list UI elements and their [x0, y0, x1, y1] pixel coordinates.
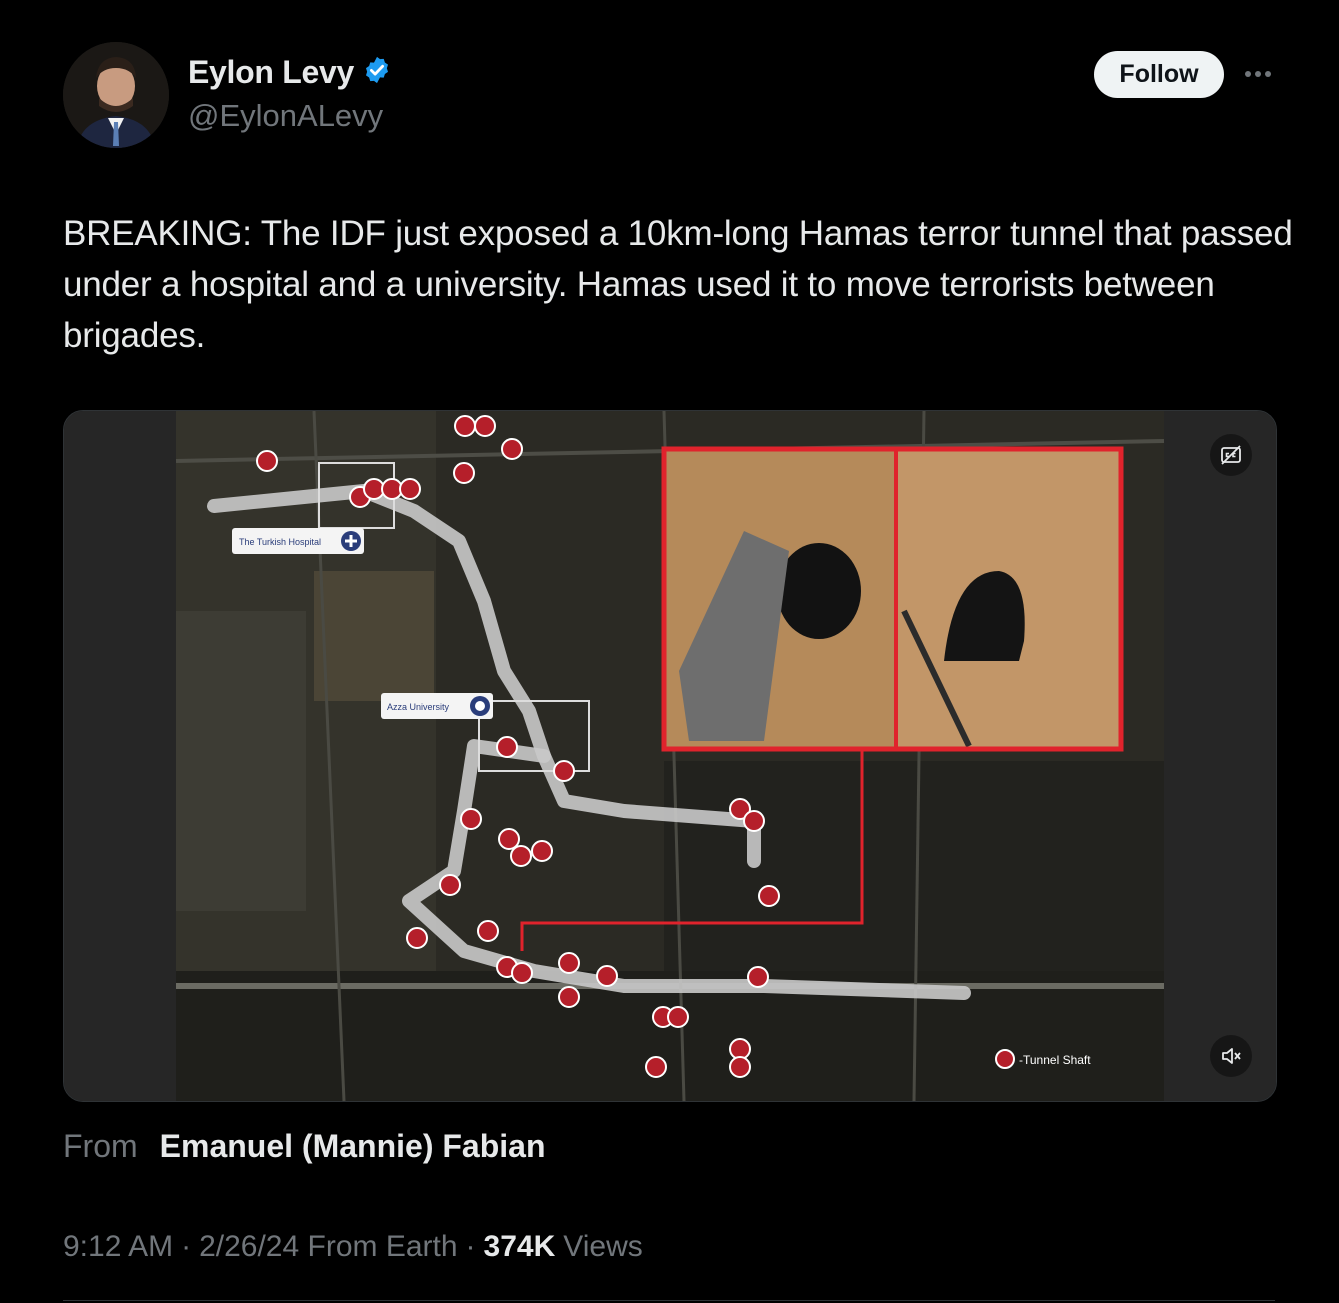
verified-badge-icon — [362, 55, 392, 90]
tweet-video[interactable]: The Turkish Hospital Azza University -Tu… — [63, 410, 1277, 1102]
map-legend-label: -Tunnel Shaft — [1019, 1053, 1091, 1067]
follow-button[interactable]: Follow — [1094, 51, 1224, 98]
tweet-text: BREAKING: The IDF just exposed a 10km-lo… — [63, 214, 1293, 355]
views-count[interactable]: 374K — [484, 1230, 556, 1264]
views-label: Views — [563, 1230, 643, 1263]
author-handle[interactable]: @EylonALevy — [188, 98, 383, 134]
hospital-label: The Turkish Hospital — [239, 537, 321, 547]
author-avatar[interactable] — [63, 42, 169, 148]
meta-separator: · — [465, 1230, 476, 1263]
author-display-name[interactable]: Eylon Levy — [188, 54, 354, 91]
tweet-date-location[interactable]: 2/26/24 From Earth — [199, 1230, 457, 1264]
video-blur-right — [1164, 411, 1276, 1101]
source-name[interactable]: Emanuel (Mannie) Fabian — [160, 1128, 546, 1165]
tweet-meta: 9:12 AM · 2/26/24 From Earth · 374K View… — [63, 1230, 643, 1264]
captions-icon[interactable] — [1210, 434, 1252, 476]
university-label: Azza University — [387, 702, 450, 712]
mute-icon[interactable] — [1210, 1035, 1252, 1077]
source-label: From — [63, 1128, 138, 1164]
author-name-row: Eylon Levy — [188, 54, 392, 91]
video-source-row: From Emanuel (Mannie) Fabian — [63, 1128, 545, 1165]
video-blur-left — [64, 411, 176, 1101]
more-icon[interactable] — [1240, 58, 1280, 90]
tweet-time[interactable]: 9:12 AM — [63, 1230, 173, 1264]
divider — [63, 1300, 1275, 1301]
meta-separator: · — [181, 1230, 192, 1263]
